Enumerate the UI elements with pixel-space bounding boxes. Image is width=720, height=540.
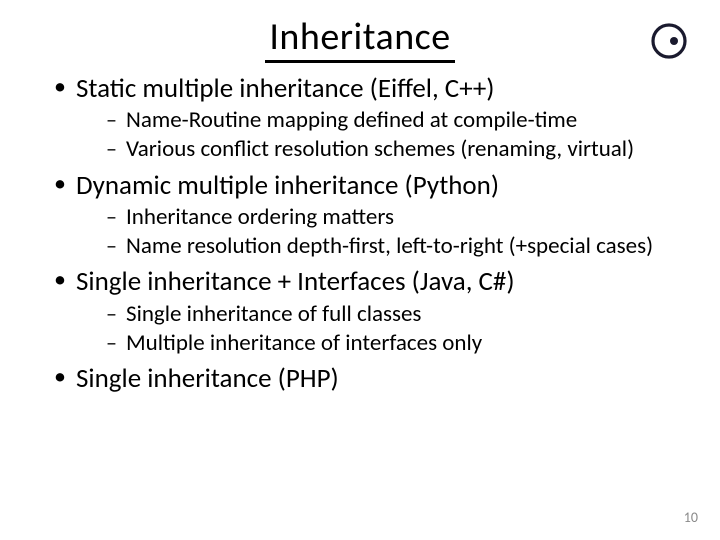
bullet-2: Single inheritance + Interfaces (Java, C… xyxy=(54,266,694,357)
bullet-text: Dynamic multiple inheritance (Python) xyxy=(76,169,499,202)
sub-bullet: Name resolution depth-first, left-to-rig… xyxy=(106,233,694,260)
sub-bullet: Various conflict resolution schemes (ren… xyxy=(106,136,694,163)
bullet-text: Single inheritance + Interfaces (Java, C… xyxy=(76,265,515,298)
slide-title: Inheritance xyxy=(265,18,454,63)
bullet-text: Static multiple inheritance (Eiffel, C++… xyxy=(76,72,494,105)
bullet-3: Single inheritance (PHP) xyxy=(54,363,694,395)
title-block: Inheritance xyxy=(26,18,694,63)
sub-bullet: Multiple inheritance of interfaces only xyxy=(106,330,694,357)
bullet-text: Single inheritance (PHP) xyxy=(76,362,339,395)
bullet-0: Static multiple inheritance (Eiffel, C++… xyxy=(54,73,694,164)
slide: Inheritance Static multiple inheritance … xyxy=(0,0,720,540)
sub-bullet: Inheritance ordering matters xyxy=(106,204,694,231)
content: Static multiple inheritance (Eiffel, C++… xyxy=(26,73,694,395)
sub-bullet: Single inheritance of full classes xyxy=(106,301,694,328)
bullet-1: Dynamic multiple inheritance (Python) In… xyxy=(54,170,694,261)
page-number: 10 xyxy=(684,509,698,526)
sub-bullet: Name-Routine mapping defined at compile-… xyxy=(106,107,694,134)
